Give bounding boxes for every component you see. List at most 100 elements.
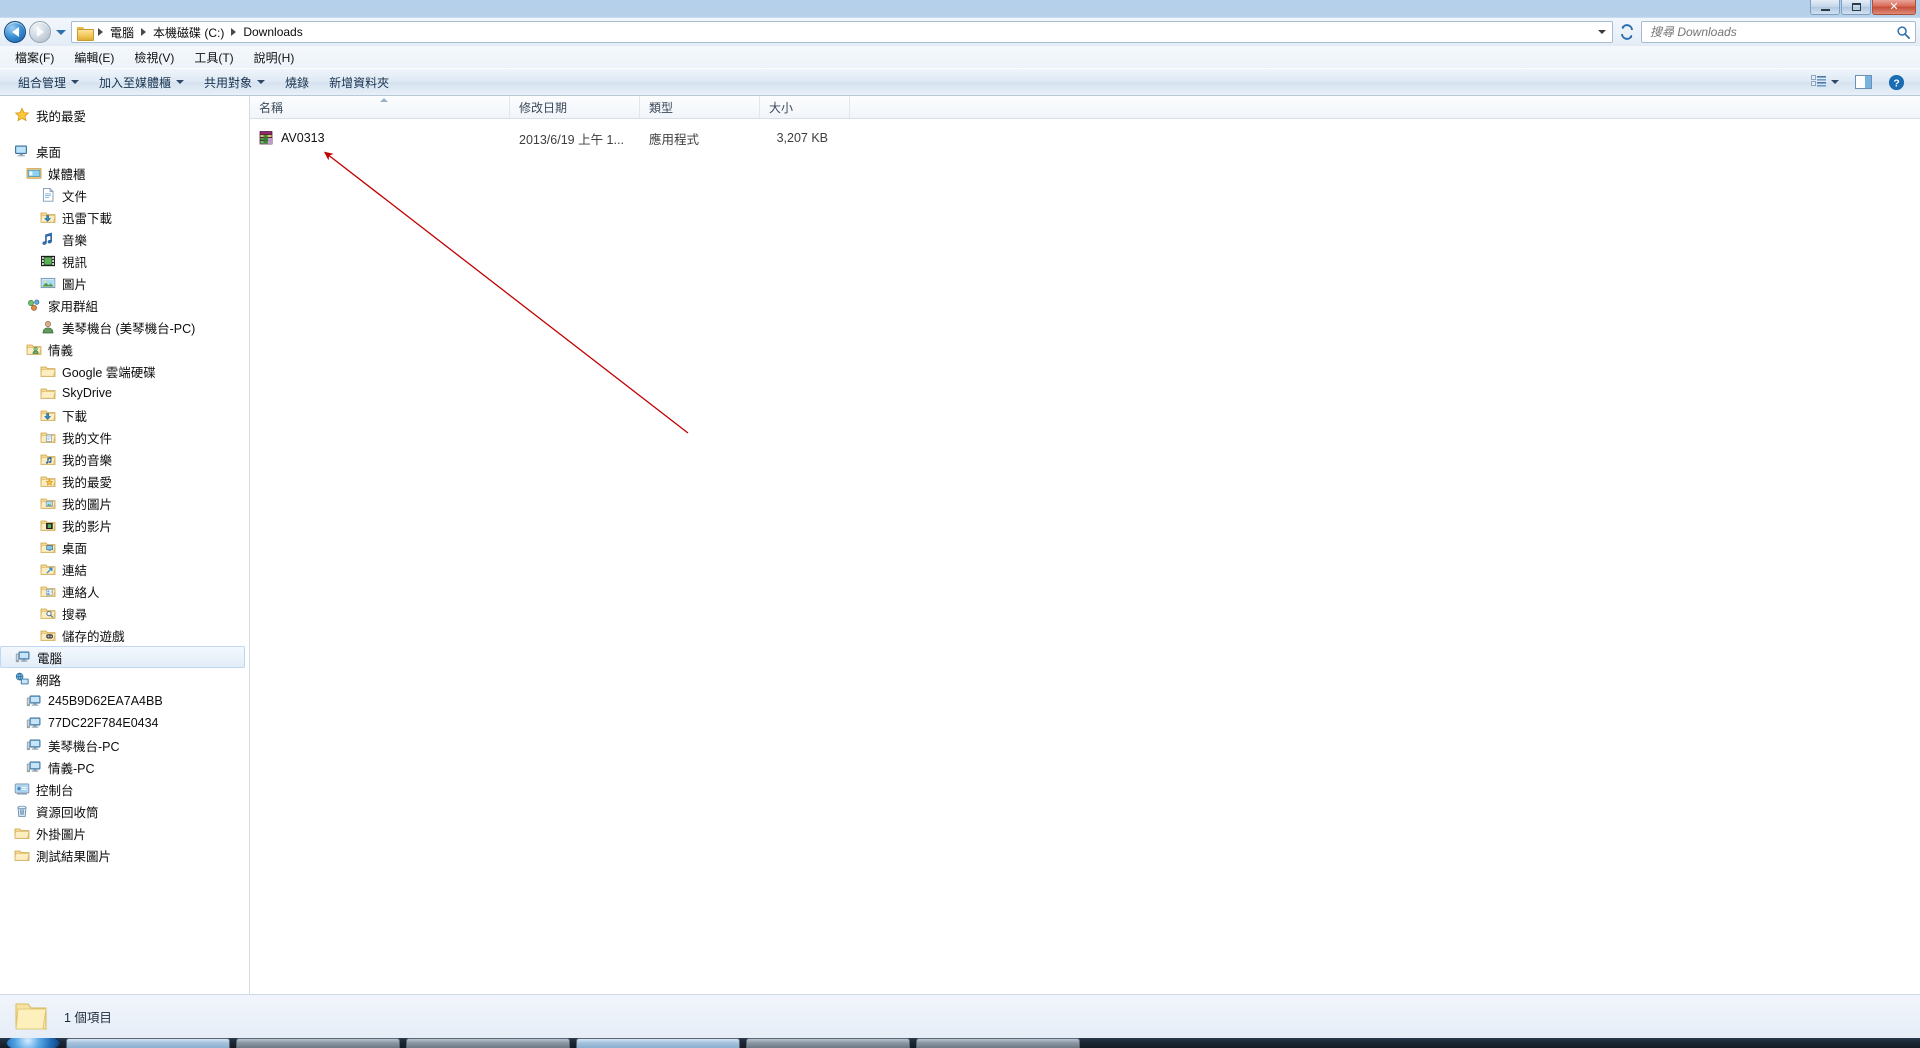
- sidebar-item-7[interactable]: 視訊: [0, 250, 249, 272]
- control-panel-icon: [14, 783, 30, 795]
- sidebar-item-32[interactable]: 資源回收筒: [0, 800, 249, 822]
- sidebar-item-10[interactable]: 美琴機台 (美琴機台-PC): [0, 316, 249, 338]
- sidebar-item-16[interactable]: 我的音樂: [0, 448, 249, 470]
- address-dropdown-button[interactable]: [1594, 22, 1610, 42]
- table-row[interactable]: AV0313 2013/6/19 上午 1... 應用程式 3,207 KB: [250, 127, 1920, 149]
- sidebar-item-30[interactable]: 情義-PC: [0, 756, 249, 778]
- sidebar-item-34[interactable]: 測試結果圖片: [0, 844, 249, 866]
- back-button[interactable]: [4, 21, 26, 43]
- breadcrumb-item-1[interactable]: 本機磁碟 (C:): [149, 22, 228, 43]
- search-box[interactable]: [1641, 21, 1916, 43]
- sidebar-item-23[interactable]: 搜尋: [0, 602, 249, 624]
- file-rows[interactable]: AV0313 2013/6/19 上午 1... 應用程式 3,207 KB: [250, 119, 1920, 994]
- sidebar-item-29[interactable]: 美琴機台-PC: [0, 734, 249, 756]
- forward-button[interactable]: [29, 21, 51, 43]
- refresh-button[interactable]: [1616, 21, 1638, 43]
- sidebar-item-0[interactable]: 我的最愛: [0, 104, 249, 126]
- sidebar-item-label: 資源回收筒: [36, 805, 99, 820]
- start-button[interactable]: [6, 1038, 60, 1048]
- file-list-pane[interactable]: 名稱 修改日期 類型 大小 AV0313 2013/6/19 上午 1... 應…: [250, 96, 1920, 994]
- taskbar-button-3[interactable]: [576, 1038, 740, 1048]
- menu-file[interactable]: 檔案(F): [6, 46, 63, 69]
- sidebar-item-20[interactable]: 桌面: [0, 536, 249, 558]
- sidebar-item-13[interactable]: SkyDrive: [0, 382, 249, 404]
- recent-locations-button[interactable]: [54, 21, 68, 43]
- sidebar-item-label: 儲存的遊戲: [62, 629, 125, 644]
- sidebar-item-12[interactable]: Google 雲端硬碟: [0, 360, 249, 382]
- include-in-library-button[interactable]: 加入至媒體櫃: [89, 70, 194, 95]
- help-button[interactable]: ?: [1881, 70, 1912, 95]
- folder-icon: [14, 850, 30, 861]
- sidebar-item-21[interactable]: 連結: [0, 558, 249, 580]
- sidebar-item-28[interactable]: 77DC22F784E0434: [0, 712, 249, 734]
- sidebar-item-15[interactable]: 我的文件: [0, 426, 249, 448]
- burn-button[interactable]: 燒錄: [275, 70, 319, 95]
- sidebar-item-label: 文件: [62, 189, 88, 204]
- sidebar-item-label: Google 雲端硬碟: [62, 365, 156, 380]
- document-folder-icon: [40, 432, 56, 443]
- sidebar-item-19[interactable]: 我的影片: [0, 514, 249, 536]
- file-name-cell[interactable]: AV0313: [250, 130, 510, 146]
- picture-folder-icon: [40, 498, 56, 509]
- sidebar-item-4[interactable]: 文件: [0, 184, 249, 206]
- sidebar-item-8[interactable]: 圖片: [0, 272, 249, 294]
- column-header-type[interactable]: 類型: [640, 96, 760, 118]
- sidebar-item-label: 我的圖片: [62, 497, 113, 512]
- search-input[interactable]: [1650, 25, 1896, 39]
- column-header-type-label: 類型: [649, 100, 674, 115]
- taskbar-button-0[interactable]: [66, 1038, 230, 1048]
- sidebar-item-11[interactable]: 情義: [0, 338, 249, 360]
- sidebar-item-label: 外掛圖片: [36, 827, 87, 842]
- column-header-size[interactable]: 大小: [760, 96, 850, 118]
- taskbar-button-2[interactable]: [406, 1038, 570, 1048]
- folder-icon: [77, 26, 94, 41]
- close-icon: ✕: [1889, 0, 1899, 13]
- refresh-icon: [1621, 24, 1633, 40]
- sidebar-item-17[interactable]: 我的最愛: [0, 470, 249, 492]
- taskbar-button-5[interactable]: [916, 1038, 1080, 1048]
- share-with-button[interactable]: 共用對象: [194, 70, 275, 95]
- sidebar-item-6[interactable]: 音樂: [0, 228, 249, 250]
- sidebar-item-9[interactable]: 家用群組: [0, 294, 249, 316]
- navigation-pane[interactable]: 我的最愛 桌面 媒體櫃 文件 迅雷下載 音樂 視訊 圖片 家用群組 美琴機台 (美琴機台-PC) 情…: [0, 96, 250, 994]
- breadcrumb-separator-icon: [98, 28, 103, 36]
- sidebar-item-24[interactable]: 儲存的遊戲: [0, 624, 249, 646]
- sidebar-item-33[interactable]: 外掛圖片: [0, 822, 249, 844]
- sidebar-item-18[interactable]: 我的圖片: [0, 492, 249, 514]
- menu-edit[interactable]: 編輯(E): [65, 46, 123, 69]
- menu-tools[interactable]: 工具(T): [185, 46, 242, 69]
- sidebar-item-label: 我的音樂: [62, 453, 113, 468]
- sidebar-item-22[interactable]: 連絡人: [0, 580, 249, 602]
- sidebar-item-27[interactable]: 245B9D62EA7A4BB: [0, 690, 249, 712]
- maximize-button[interactable]: [1841, 0, 1871, 15]
- close-button[interactable]: ✕: [1872, 0, 1916, 15]
- sidebar-item-label: 網路: [36, 673, 62, 688]
- new-folder-button[interactable]: 新增資料夾: [319, 70, 399, 95]
- document-icon: [42, 187, 54, 202]
- breadcrumb-item-0[interactable]: 電腦: [106, 22, 138, 43]
- sidebar-item-2[interactable]: 桌面: [0, 140, 249, 162]
- breadcrumb-item-2[interactable]: Downloads: [239, 23, 306, 41]
- address-field[interactable]: 電腦 本機磁碟 (C:) Downloads: [71, 21, 1613, 43]
- contacts-folder-icon: [40, 586, 56, 597]
- organize-button[interactable]: 組合管理: [8, 70, 89, 95]
- folder-icon: [15, 1003, 47, 1029]
- menu-help[interactable]: 說明(H): [245, 46, 304, 69]
- column-header-name[interactable]: 名稱: [250, 96, 510, 118]
- taskbar-button-1[interactable]: [236, 1038, 400, 1048]
- desktop-icon: [15, 145, 27, 157]
- sidebar-item-26[interactable]: 網路: [0, 668, 249, 690]
- preview-pane-button[interactable]: [1848, 71, 1879, 93]
- taskbar-button-4[interactable]: [746, 1038, 910, 1048]
- menu-view[interactable]: 檢視(V): [125, 46, 183, 69]
- column-header-modified[interactable]: 修改日期: [510, 96, 640, 118]
- sidebar-item-25[interactable]: 電腦: [0, 646, 245, 668]
- change-view-button[interactable]: [1804, 71, 1846, 93]
- sidebar-item-31[interactable]: 控制台: [0, 778, 249, 800]
- sidebar-item-5[interactable]: 迅雷下載: [0, 206, 249, 228]
- sidebar-item-3[interactable]: 媒體櫃: [0, 162, 249, 184]
- minimize-button[interactable]: [1810, 0, 1840, 15]
- folder-icon: [40, 388, 56, 399]
- arrow-right-icon: [36, 27, 44, 37]
- sidebar-item-14[interactable]: 下載: [0, 404, 249, 426]
